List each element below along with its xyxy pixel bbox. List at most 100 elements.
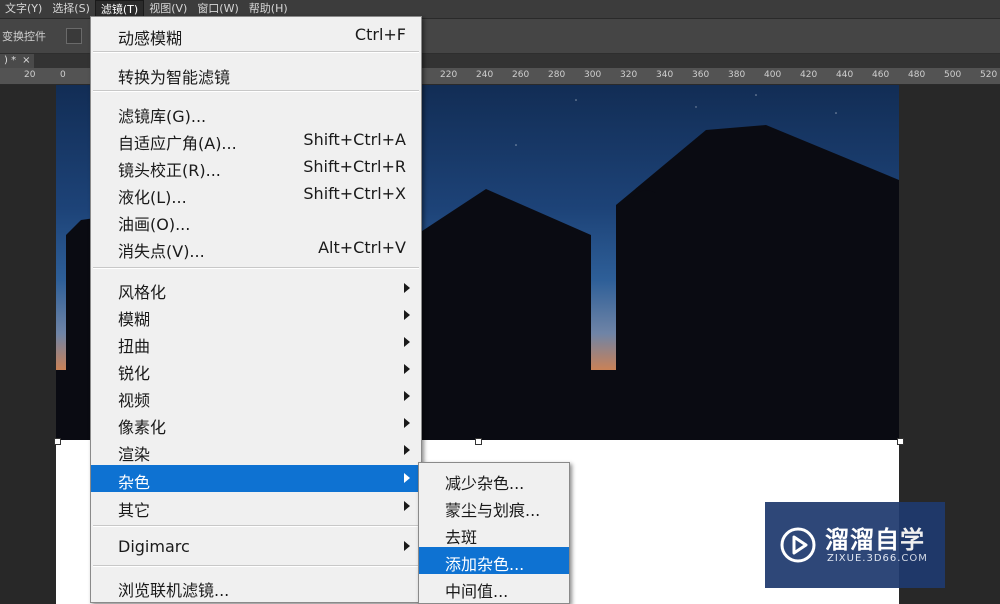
menu-item-label: 锐化 xyxy=(118,364,151,383)
ruler-tick: 320 xyxy=(620,70,638,80)
submenu-item-add-noise[interactable]: 添加杂色... xyxy=(419,547,569,574)
document-tab[interactable]: ) * × xyxy=(0,54,35,68)
transform-handle[interactable] xyxy=(475,438,482,445)
menu-separator xyxy=(93,565,419,567)
ruler-tick: 420 xyxy=(800,70,818,80)
menu-item-label: 扭曲 xyxy=(118,337,151,356)
menu-item-lens-correction[interactable]: 镜头校正(R)... Shift+Ctrl+R xyxy=(91,153,421,180)
menu-item-shortcut: Shift+Ctrl+A xyxy=(303,130,406,149)
close-icon[interactable]: × xyxy=(22,54,30,68)
menu-item-adaptive-wide-angle[interactable]: 自适应广角(A)... Shift+Ctrl+A xyxy=(91,126,421,153)
submenu-arrow-icon xyxy=(404,283,410,293)
submenu-item-label: 蒙尘与划痕... xyxy=(445,501,541,520)
submenu-item-dust-scratches[interactable]: 蒙尘与划痕... xyxy=(419,493,569,520)
submenu-arrow-icon xyxy=(404,541,410,551)
ruler-tick: 480 xyxy=(908,70,926,80)
document-tab-title: ) * xyxy=(4,55,17,66)
menu-item-label: 浏览联机滤镜... xyxy=(118,581,230,600)
menu-item-liquify[interactable]: 液化(L)... Shift+Ctrl+X xyxy=(91,180,421,207)
ruler-tick: 380 xyxy=(728,70,746,80)
transform-handle[interactable] xyxy=(897,438,904,445)
menu-item-label: 动感模糊 xyxy=(118,29,183,48)
menu-item-digimarc[interactable]: Digimarc xyxy=(91,533,421,560)
submenu-arrow-icon xyxy=(404,337,410,347)
menu-item-render[interactable]: 渲染 xyxy=(91,437,421,464)
submenu-arrow-icon xyxy=(404,310,410,320)
menu-item-label: 转换为智能滤镜 xyxy=(118,68,231,87)
menu-item-label: 其它 xyxy=(118,501,151,520)
menu-item-vanishing-point[interactable]: 消失点(V)... Alt+Ctrl+V xyxy=(91,234,421,261)
menu-item-browse-online[interactable]: 浏览联机滤镜... xyxy=(91,573,421,600)
submenu-item-label: 中间值... xyxy=(445,582,509,601)
menu-item-pixelate[interactable]: 像素化 xyxy=(91,410,421,437)
menu-item-label: 消失点(V)... xyxy=(118,242,205,261)
menu-item-label: 风格化 xyxy=(118,283,167,302)
submenu-arrow-icon xyxy=(404,391,410,401)
ruler-tick: 520 xyxy=(980,70,998,80)
ruler-tick: 400 xyxy=(764,70,782,80)
ruler-tick: 20 xyxy=(24,70,36,80)
menu-item-blur[interactable]: 模糊 xyxy=(91,302,421,329)
menu-item-stylize[interactable]: 风格化 xyxy=(91,275,421,302)
menu-item-other[interactable]: 其它 xyxy=(91,493,421,520)
menu-separator xyxy=(93,90,419,92)
play-logo-icon xyxy=(780,527,816,563)
menu-item-shortcut: Shift+Ctrl+R xyxy=(303,157,406,176)
noise-submenu: 减少杂色... 蒙尘与划痕... 去斑 添加杂色... 中间值... xyxy=(418,462,570,604)
submenu-item-despeckle[interactable]: 去斑 xyxy=(419,520,569,547)
menu-text[interactable]: 文字(Y) xyxy=(0,0,47,18)
menu-item-shortcut: Ctrl+F xyxy=(354,25,406,44)
menu-item-label: Digimarc xyxy=(118,537,190,556)
transform-handle[interactable] xyxy=(54,438,61,445)
ruler-tick: 500 xyxy=(944,70,962,80)
watermark: 溜溜自学 ZIXUE.3D66.COM xyxy=(765,502,945,588)
submenu-item-label: 减少杂色... xyxy=(445,474,525,493)
menu-separator xyxy=(93,525,419,527)
menu-item-shortcut: Alt+Ctrl+V xyxy=(318,238,406,257)
submenu-item-reduce-noise[interactable]: 减少杂色... xyxy=(419,466,569,493)
menu-item-sharpen[interactable]: 锐化 xyxy=(91,356,421,383)
ruler-tick: 260 xyxy=(512,70,530,80)
watermark-subtitle: ZIXUE.3D66.COM xyxy=(827,553,928,564)
submenu-item-median[interactable]: 中间值... xyxy=(419,574,569,601)
menu-select[interactable]: 选择(S) xyxy=(47,0,95,18)
menu-item-label: 渲染 xyxy=(118,445,151,464)
submenu-arrow-icon xyxy=(404,501,410,511)
menu-separator xyxy=(93,267,419,269)
ruler-tick: 440 xyxy=(836,70,854,80)
menu-item-label: 模糊 xyxy=(118,310,151,329)
submenu-arrow-icon xyxy=(404,473,410,483)
ruler-tick: 300 xyxy=(584,70,602,80)
menu-separator xyxy=(93,51,419,53)
transform-controls-label[interactable]: 变换控件 xyxy=(2,28,46,44)
menu-item-label: 自适应广角(A)... xyxy=(118,134,237,153)
menu-item-oil-paint[interactable]: 油画(O)... xyxy=(91,207,421,234)
menu-item-label: 镜头校正(R)... xyxy=(118,161,221,180)
menu-item-label: 像素化 xyxy=(118,418,167,437)
ruler-tick: 360 xyxy=(692,70,710,80)
ruler-tick: 0 xyxy=(60,70,66,80)
ruler-tick: 220 xyxy=(440,70,458,80)
menu-item-shortcut: Shift+Ctrl+X xyxy=(303,184,406,203)
submenu-arrow-icon xyxy=(404,418,410,428)
submenu-arrow-icon xyxy=(404,445,410,455)
menu-item-label: 滤镜库(G)... xyxy=(118,107,207,126)
align-icon[interactable] xyxy=(66,28,82,44)
ruler-tick: 340 xyxy=(656,70,674,80)
menu-item-smart-filter[interactable]: 转换为智能滤镜 xyxy=(91,60,421,87)
menu-item-noise[interactable]: 杂色 xyxy=(91,465,421,492)
menu-item-label: 视频 xyxy=(118,391,151,410)
ruler-tick: 460 xyxy=(872,70,890,80)
filter-menu: 动感模糊 Ctrl+F 转换为智能滤镜 滤镜库(G)... 自适应广角(A)..… xyxy=(90,16,422,603)
submenu-item-label: 去斑 xyxy=(445,528,478,547)
menu-item-last-filter[interactable]: 动感模糊 Ctrl+F xyxy=(91,21,421,48)
menu-item-label: 杂色 xyxy=(118,473,151,492)
menu-item-filter-gallery[interactable]: 滤镜库(G)... xyxy=(91,99,421,126)
menu-item-label: 油画(O)... xyxy=(118,215,191,234)
ruler-tick: 240 xyxy=(476,70,494,80)
ruler-tick: 280 xyxy=(548,70,566,80)
menu-item-video[interactable]: 视频 xyxy=(91,383,421,410)
menu-item-distort[interactable]: 扭曲 xyxy=(91,329,421,356)
submenu-item-label: 添加杂色... xyxy=(445,555,525,574)
menu-item-label: 液化(L)... xyxy=(118,188,187,207)
